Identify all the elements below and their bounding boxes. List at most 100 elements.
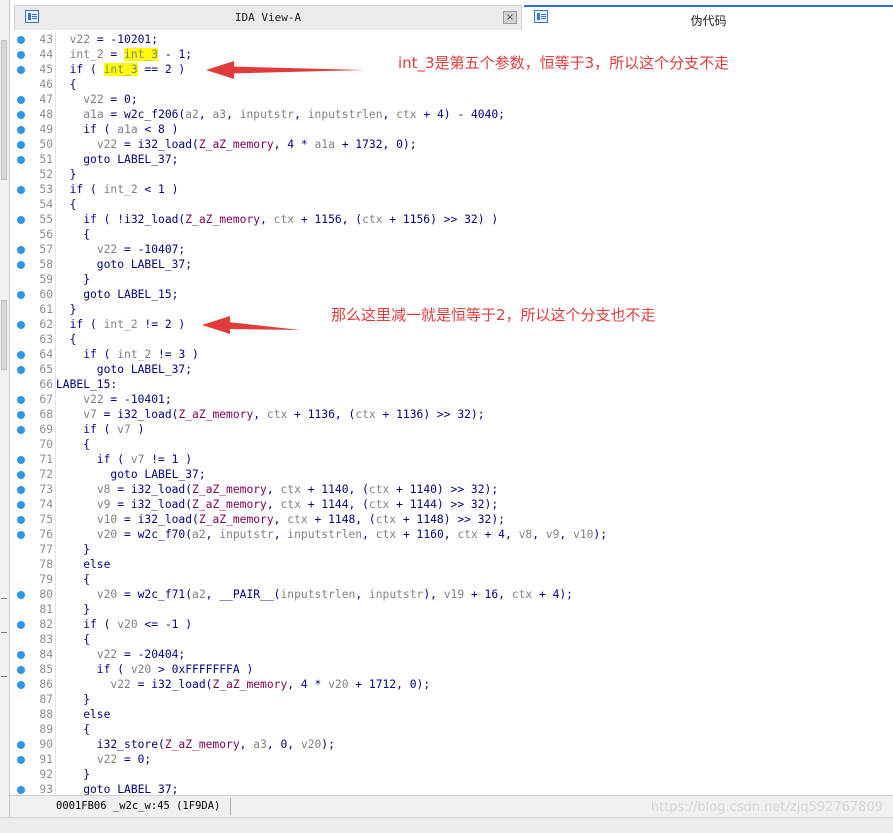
- breakpoint-dot-icon[interactable]: [17, 666, 25, 674]
- code-text[interactable]: if ( int_3 == 2 ): [56, 62, 185, 77]
- code-text[interactable]: v22 = 0;: [56, 752, 151, 767]
- code-text[interactable]: a1a = w2c_f206(a2, a3, inputstr, inputst…: [56, 107, 505, 122]
- code-text[interactable]: v20 = w2c_f70(a2, inputstr, inputstrlen,…: [56, 527, 607, 542]
- breakpoint-dot-icon[interactable]: [17, 366, 25, 374]
- left-panel-scrollbar[interactable]: [0, 0, 10, 832]
- breakpoint-dot-icon[interactable]: [17, 291, 25, 299]
- code-text[interactable]: v10 = i32_load(Z_aZ_memory, ctx + 1148, …: [56, 512, 505, 527]
- breakpoint-dot-icon[interactable]: [17, 51, 25, 59]
- code-line[interactable]: 43 v22 = -10201;: [10, 32, 893, 47]
- close-icon[interactable]: ×: [503, 11, 517, 24]
- code-text[interactable]: }: [56, 272, 90, 287]
- code-line[interactable]: 82 if ( v20 <= -1 ): [10, 617, 893, 632]
- code-line[interactable]: 63 {: [10, 332, 893, 347]
- code-line[interactable]: 50 v22 = i32_load(Z_aZ_memory, 4 * a1a +…: [10, 137, 893, 152]
- code-text[interactable]: {: [56, 227, 90, 242]
- code-line[interactable]: 71 if ( v7 != 1 ): [10, 452, 893, 467]
- breakpoint-dot-icon[interactable]: [17, 216, 25, 224]
- breakpoint-dot-icon[interactable]: [17, 531, 25, 539]
- code-text[interactable]: }: [56, 542, 90, 557]
- code-text[interactable]: v22 = i32_load(Z_aZ_memory, 4 * a1a + 17…: [56, 137, 417, 152]
- breakpoint-dot-icon[interactable]: [17, 651, 25, 659]
- breakpoint-dot-icon[interactable]: [17, 501, 25, 509]
- breakpoint-dot-icon[interactable]: [17, 96, 25, 104]
- code-text[interactable]: {: [56, 632, 90, 647]
- code-text[interactable]: }: [56, 167, 77, 182]
- breakpoint-dot-icon[interactable]: [17, 261, 25, 269]
- code-text[interactable]: v20 = w2c_f71(a2, __PAIR__(inputstrlen, …: [56, 587, 573, 602]
- code-line[interactable]: 56 {: [10, 227, 893, 242]
- code-line[interactable]: 59 }: [10, 272, 893, 287]
- left-panel-scroll-thumb-2[interactable]: [1, 300, 7, 370]
- code-line[interactable]: 49 if ( a1a < 8 ): [10, 122, 893, 137]
- code-line[interactable]: 55 if ( !i32_load(Z_aZ_memory, ctx + 115…: [10, 212, 893, 227]
- code-line[interactable]: 54 {: [10, 197, 893, 212]
- code-text[interactable]: goto LABEL_37;: [56, 467, 205, 482]
- code-line[interactable]: 85 if ( v20 > 0xFFFFFFFA ): [10, 662, 893, 677]
- code-line[interactable]: 64 if ( int_2 != 3 ): [10, 347, 893, 362]
- code-line[interactable]: 66 LABEL_15:: [10, 377, 893, 392]
- code-text[interactable]: if ( v20 <= -1 ): [56, 617, 192, 632]
- code-line[interactable]: 77 }: [10, 542, 893, 557]
- code-line[interactable]: 84 v22 = -20404;: [10, 647, 893, 662]
- code-line[interactable]: 92 }: [10, 767, 893, 782]
- code-text[interactable]: v22 = -10407;: [56, 242, 185, 257]
- code-text[interactable]: if ( int_2 != 3 ): [56, 347, 199, 362]
- breakpoint-dot-icon[interactable]: [17, 186, 25, 194]
- code-text[interactable]: }: [56, 302, 77, 317]
- code-text[interactable]: if ( v7 != 1 ): [56, 452, 192, 467]
- code-line[interactable]: 79 {: [10, 572, 893, 587]
- code-line[interactable]: 47 v22 = 0;: [10, 92, 893, 107]
- code-text[interactable]: if ( v7 ): [56, 422, 144, 437]
- code-text[interactable]: {: [56, 437, 90, 452]
- code-line[interactable]: 53 if ( int_2 < 1 ): [10, 182, 893, 197]
- code-line[interactable]: 48 a1a = w2c_f206(a2, a3, inputstr, inpu…: [10, 107, 893, 122]
- breakpoint-dot-icon[interactable]: [17, 621, 25, 629]
- code-line[interactable]: 81 }: [10, 602, 893, 617]
- code-line[interactable]: 58 goto LABEL_37;: [10, 257, 893, 272]
- code-line[interactable]: 86 v22 = i32_load(Z_aZ_memory, 4 * v20 +…: [10, 677, 893, 692]
- code-line[interactable]: 73 v8 = i32_load(Z_aZ_memory, ctx + 1140…: [10, 482, 893, 497]
- left-panel-scroll-thumb[interactable]: [1, 40, 7, 180]
- code-text[interactable]: {: [56, 722, 90, 737]
- code-text[interactable]: v22 = 0;: [56, 92, 137, 107]
- breakpoint-dot-icon[interactable]: [17, 321, 25, 329]
- code-text[interactable]: if ( !i32_load(Z_aZ_memory, ctx + 1156, …: [56, 212, 498, 227]
- code-line[interactable]: 69 if ( v7 ): [10, 422, 893, 437]
- code-line[interactable]: 52 }: [10, 167, 893, 182]
- tab-ida-view[interactable]: IDA View-A ×: [14, 5, 522, 30]
- breakpoint-dot-icon[interactable]: [17, 111, 25, 119]
- code-line[interactable]: 65 goto LABEL_37;: [10, 362, 893, 377]
- breakpoint-dot-icon[interactable]: [17, 396, 25, 404]
- code-line[interactable]: 89 {: [10, 722, 893, 737]
- code-text[interactable]: {: [56, 77, 77, 92]
- code-text[interactable]: v22 = -10401;: [56, 392, 171, 407]
- code-line[interactable]: 78 else: [10, 557, 893, 572]
- breakpoint-dot-icon[interactable]: [17, 246, 25, 254]
- code-line[interactable]: 87 }: [10, 692, 893, 707]
- breakpoint-dot-icon[interactable]: [17, 516, 25, 524]
- breakpoint-dot-icon[interactable]: [17, 156, 25, 164]
- code-text[interactable]: }: [56, 767, 90, 782]
- pseudocode-editor[interactable]: 43 v22 = -10201; 44 int_2 = int_3 - 1; 45 …: [10, 31, 893, 796]
- breakpoint-dot-icon[interactable]: [17, 756, 25, 764]
- code-line[interactable]: 76 v20 = w2c_f70(a2, inputstr, inputstrl…: [10, 527, 893, 542]
- code-text[interactable]: if ( int_2 < 1 ): [56, 182, 179, 197]
- code-text[interactable]: goto LABEL_37;: [56, 257, 192, 272]
- code-text[interactable]: if ( v20 > 0xFFFFFFFA ): [56, 662, 253, 677]
- code-text[interactable]: goto LABEL_37;: [56, 362, 192, 377]
- code-text[interactable]: if ( int_2 != 2 ): [56, 317, 186, 332]
- code-line[interactable]: 68 v7 = i32_load(Z_aZ_memory, ctx + 1136…: [10, 407, 893, 422]
- code-line[interactable]: 91 v22 = 0;: [10, 752, 893, 767]
- code-line[interactable]: 72 goto LABEL_37;: [10, 467, 893, 482]
- code-text[interactable]: int_2 = int_3 - 1;: [56, 47, 192, 62]
- code-line[interactable]: 74 v9 = i32_load(Z_aZ_memory, ctx + 1144…: [10, 497, 893, 512]
- breakpoint-dot-icon[interactable]: [17, 36, 25, 44]
- code-text[interactable]: v22 = -20404;: [56, 647, 185, 662]
- code-text[interactable]: goto LABEL_15;: [56, 287, 178, 302]
- code-line[interactable]: 67 v22 = -10401;: [10, 392, 893, 407]
- breakpoint-dot-icon[interactable]: [17, 681, 25, 689]
- code-text[interactable]: else: [56, 557, 110, 572]
- code-text[interactable]: v22 = -10201;: [56, 32, 158, 47]
- breakpoint-dot-icon[interactable]: [17, 456, 25, 464]
